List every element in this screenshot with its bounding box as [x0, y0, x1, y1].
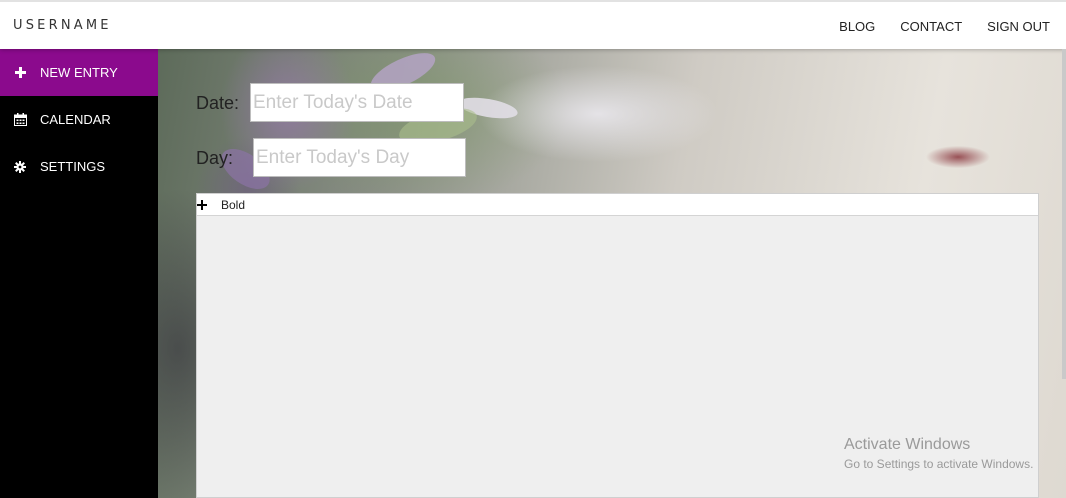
- sidebar-item-new-entry[interactable]: NEW ENTRY: [0, 49, 158, 96]
- page-scrollbar[interactable]: [1062, 49, 1066, 379]
- sidebar-item-settings[interactable]: SETTINGS: [0, 143, 158, 190]
- watermark-title: Activate Windows: [844, 436, 971, 453]
- activate-windows-watermark: Activate Windows Go to Settings to activ…: [844, 436, 1033, 471]
- plus-icon: [197, 199, 207, 210]
- plus-icon: [13, 66, 27, 80]
- sidebar-item-label: SETTINGS: [40, 159, 106, 174]
- nav-link-blog[interactable]: BLOG: [839, 19, 875, 34]
- brand-username: USERNAME: [13, 18, 112, 33]
- main-content: Date: Day: Bold: [158, 49, 1066, 498]
- calendar-icon: [13, 113, 27, 127]
- sidebar-item-label: CALENDAR: [40, 112, 111, 127]
- editor-toolbar: Bold: [197, 194, 1038, 216]
- sidebar: NEW ENTRY CALENDAR SETTINGS: [0, 49, 158, 498]
- bold-button[interactable]: Bold: [197, 198, 245, 212]
- day-label: Day:: [196, 148, 234, 168]
- nav-links: BLOG CONTACT SIGN OUT: [839, 19, 1050, 34]
- top-navbar: USERNAME BLOG CONTACT SIGN OUT: [0, 0, 1066, 49]
- gear-icon: [13, 160, 27, 174]
- watermark-subtitle: Go to Settings to activate Windows.: [844, 457, 1034, 471]
- bold-button-label: Bold: [221, 197, 246, 212]
- sidebar-item-label: NEW ENTRY: [40, 65, 118, 80]
- date-label: Date:: [196, 93, 240, 113]
- sidebar-item-calendar[interactable]: CALENDAR: [0, 96, 158, 143]
- nav-link-sign-out[interactable]: SIGN OUT: [987, 19, 1050, 34]
- date-input[interactable]: [250, 83, 464, 122]
- nav-link-contact[interactable]: CONTACT: [900, 19, 962, 34]
- day-input[interactable]: [253, 138, 466, 177]
